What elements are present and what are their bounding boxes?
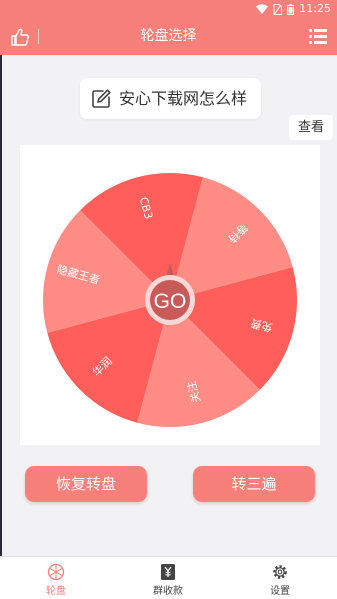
view-button[interactable]: 查看 (289, 115, 333, 140)
yuan-money-icon (161, 564, 175, 580)
go-label: GO (154, 290, 187, 313)
list-menu-icon[interactable] (309, 28, 327, 45)
nav-item-wheel[interactable]: 轮盘 (0, 557, 112, 599)
wheel-icon (47, 563, 65, 581)
wheel-title: 安心下载网怎么样 (119, 89, 248, 108)
spin-three-times-button[interactable]: 转三遍 (193, 466, 315, 502)
window-edge (0, 0, 2, 598)
bottom-nav: 轮盘 群收款 设置 (0, 556, 337, 599)
prize-wheel[interactable]: 等待免费关注华润隐藏王者CB3 GO (20, 145, 320, 445)
status-time: 11:25 (299, 2, 331, 15)
wheel-panel: 等待 免费 关注 华润 隐藏王者 CB3 GO (20, 145, 320, 445)
edit-icon[interactable] (92, 89, 111, 108)
nav-item-group-collection[interactable]: 群收款 (112, 557, 224, 599)
app-header: 轮盘选择 (0, 18, 337, 55)
page-title: 轮盘选择 (140, 28, 197, 44)
nav-item-settings[interactable]: 设置 (224, 557, 336, 599)
nav-label: 轮盘 (46, 586, 66, 597)
status-bar: 11:25 (0, 0, 337, 18)
battery-icon (287, 3, 295, 15)
nav-label: 群收款 (153, 586, 183, 597)
wifi-icon (256, 4, 269, 14)
wheel-title-card[interactable]: 安心下载网怎么样 (80, 78, 261, 119)
gear-icon (273, 565, 287, 579)
reset-wheel-button[interactable]: 恢复转盘 (25, 466, 147, 502)
no-sim-icon (273, 3, 283, 15)
nav-label: 设置 (270, 586, 290, 597)
